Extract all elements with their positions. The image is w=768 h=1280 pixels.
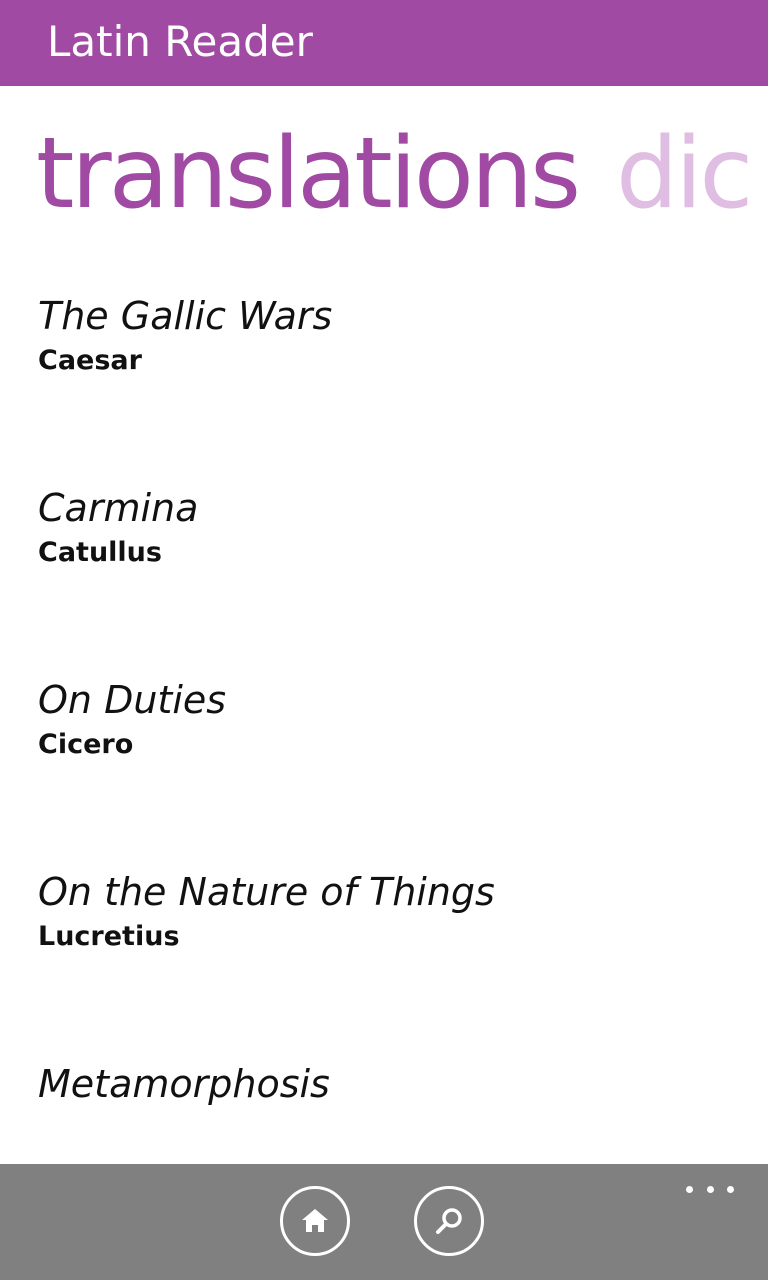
book-title: On the Nature of Things [38,870,495,914]
ellipsis-dot [727,1185,734,1193]
ellipsis-dot [686,1185,693,1193]
list-item[interactable]: Carmina Catullus [38,482,738,632]
pivot-tab-translations[interactable]: translations [36,112,581,236]
book-author: Caesar [38,345,142,376]
book-title: Carmina [38,486,199,530]
pivot-tab-next[interactable]: dic [616,112,753,236]
book-author: Lucretius [38,921,180,952]
home-icon [302,1209,328,1232]
application-bar [0,1164,768,1280]
list-item[interactable]: On Duties Cicero [38,674,738,824]
search-button[interactable] [414,1186,484,1256]
book-title: The Gallic Wars [38,294,333,338]
book-author: Catullus [38,537,162,568]
ellipsis-icon[interactable] [686,1182,734,1196]
book-title: On Duties [38,678,227,722]
ellipsis-dot [706,1185,714,1193]
list-item[interactable]: On the Nature of Things Lucretius [38,866,738,1016]
search-icon [436,1208,462,1234]
title-bar: Latin Reader [0,0,768,86]
book-author: Cicero [38,729,134,760]
pivot-header: translations dic [36,112,768,236]
list-item[interactable]: The Gallic Wars Caesar [38,290,738,440]
book-title: Metamorphosis [38,1062,330,1106]
home-button[interactable] [280,1186,350,1256]
app-title: Latin Reader [47,17,313,66]
